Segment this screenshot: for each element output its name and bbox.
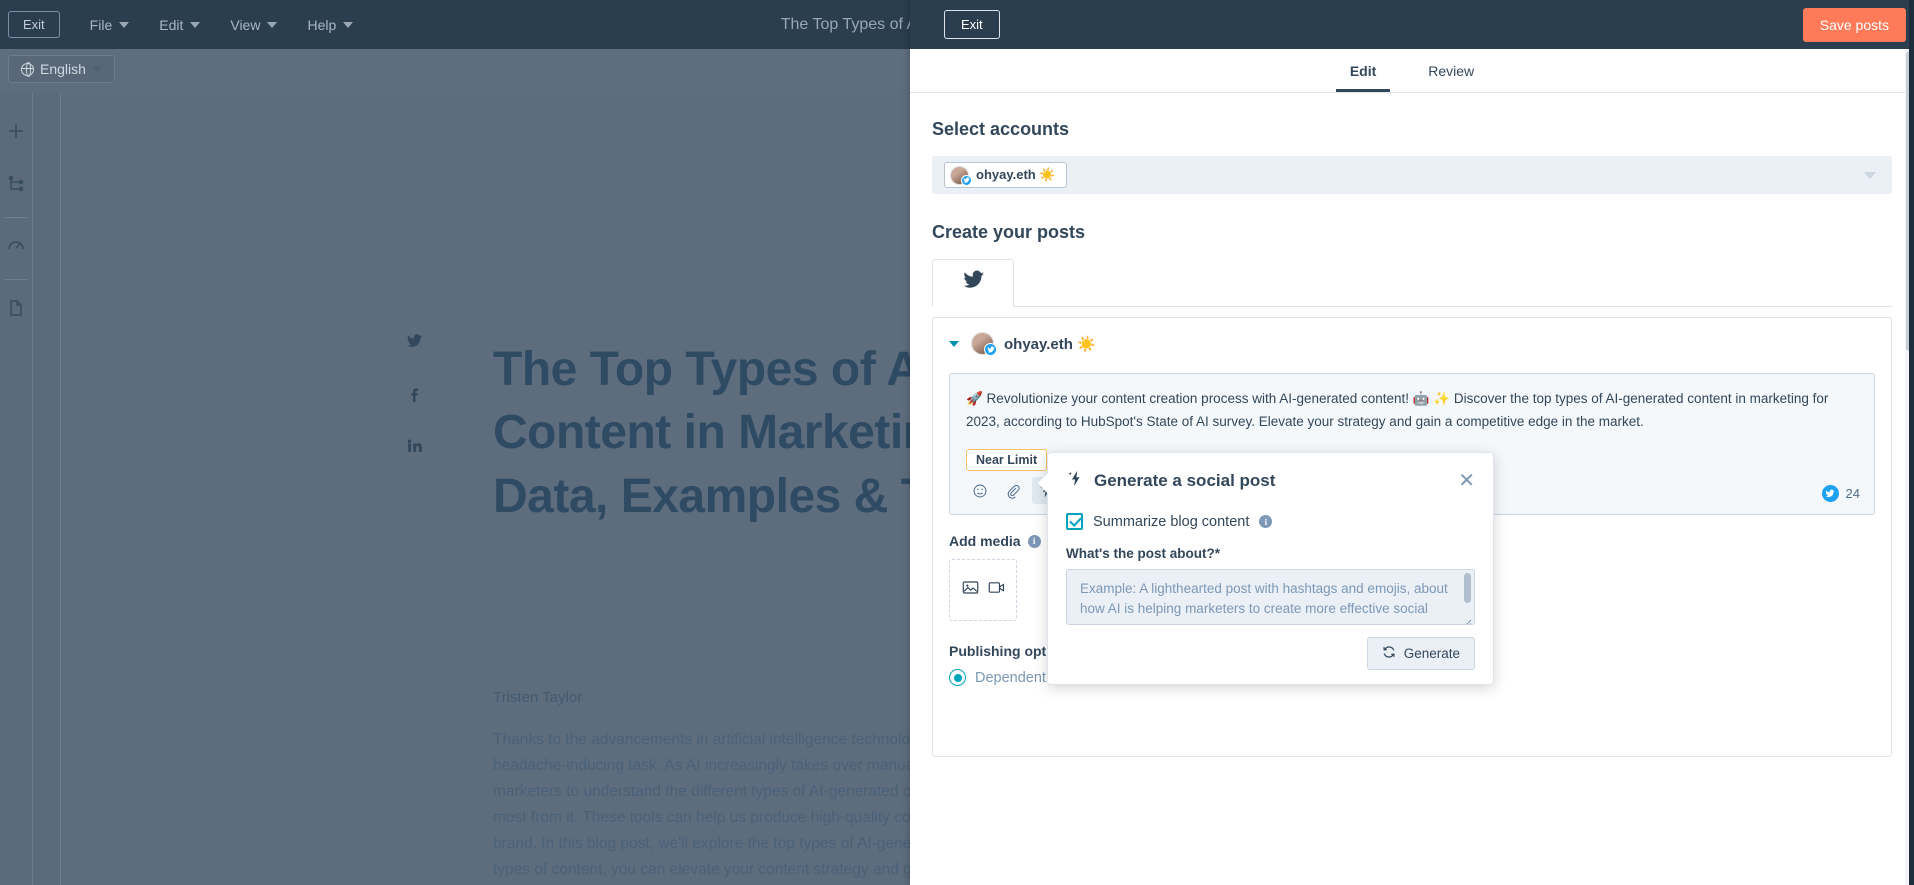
drawer-tabs: Edit Review: [910, 49, 1914, 93]
menu-view-label: View: [230, 16, 261, 33]
blog-post-author: Tristen Taylor: [493, 689, 583, 706]
exit-button-backdrop[interactable]: Exit: [8, 11, 60, 38]
post-card-header[interactable]: ohyay.eth ☀️: [949, 332, 1875, 356]
twitter-icon: [1821, 485, 1839, 503]
info-icon[interactable]: i: [1259, 515, 1273, 528]
chevron-down-icon: [190, 21, 201, 28]
window-edge-strip: [1909, 0, 1914, 885]
character-count: 24: [1821, 485, 1860, 503]
drawer-top-bar: Exit Save posts: [910, 0, 1914, 49]
popover-actions: Generate: [1366, 637, 1475, 670]
twitter-badge-icon: [961, 174, 972, 186]
social-post-drawer: Exit Save posts Edit Review Select accou…: [910, 0, 1914, 885]
rail-divider: [5, 217, 27, 218]
account-chip-label: ohyay.eth ☀️: [976, 167, 1056, 182]
globe-icon: [20, 62, 34, 78]
twitter-icon[interactable]: [406, 333, 423, 355]
post-compose-text: 🚀 Revolutionize your content creation pr…: [966, 391, 1829, 429]
chevron-down-icon[interactable]: [949, 340, 959, 347]
chevron-down-icon: [343, 21, 354, 28]
post-about-textarea[interactable]: Example: A lighthearted post with hashta…: [1067, 570, 1474, 624]
twitter-icon: [962, 269, 985, 297]
speedometer-icon[interactable]: [6, 236, 26, 261]
tab-edit[interactable]: Edit: [1335, 63, 1391, 92]
channel-tabs: [932, 259, 1892, 307]
add-media-text: Add media: [949, 533, 1021, 550]
menu-file[interactable]: File: [90, 17, 130, 33]
editor-menu-bar: File Edit View Help: [90, 17, 354, 33]
summarize-blog-checkbox[interactable]: [1066, 513, 1083, 530]
linkedin-icon[interactable]: [406, 437, 423, 459]
image-icon[interactable]: [962, 580, 979, 600]
plus-icon[interactable]: [6, 121, 26, 146]
attachment-icon[interactable]: [999, 477, 1026, 504]
generate-button[interactable]: Generate: [1366, 637, 1475, 670]
chevron-down-icon: [91, 66, 102, 72]
video-icon[interactable]: [988, 580, 1005, 600]
info-icon[interactable]: i: [1027, 534, 1041, 548]
menu-file-label: File: [89, 16, 113, 33]
popover-title-text: Generate a social post: [1094, 471, 1276, 490]
language-selector[interactable]: English: [8, 55, 115, 83]
account-chip[interactable]: ohyay.eth ☀️: [944, 162, 1067, 188]
menu-help[interactable]: Help: [307, 16, 354, 33]
create-posts-heading: Create your posts: [932, 222, 1086, 242]
exit-button[interactable]: Exit: [944, 10, 1000, 39]
resize-grip-icon[interactable]: [1463, 614, 1472, 624]
rail-divider: [5, 279, 27, 280]
account-selector-row[interactable]: ohyay.eth ☀️: [932, 156, 1892, 194]
avatar: [971, 332, 997, 356]
channel-tab-twitter[interactable]: [932, 259, 1014, 307]
page-icon[interactable]: [6, 298, 26, 323]
social-share-column: [406, 333, 423, 459]
chevron-down-icon: [119, 21, 130, 28]
emoji-icon[interactable]: [966, 477, 993, 504]
generate-button-label: Generate: [1403, 646, 1460, 661]
menu-view[interactable]: View: [230, 16, 278, 33]
post-about-label: What's the post about?*: [1066, 546, 1220, 561]
avatar: [950, 165, 972, 186]
media-dropzone[interactable]: [949, 559, 1017, 622]
popover-header: Generate a social post ✕: [1066, 469, 1475, 493]
refresh-icon: [1382, 645, 1396, 662]
chevron-down-icon: [267, 21, 278, 28]
radio-dependent-on-blog[interactable]: [949, 669, 966, 687]
post-account-name: ohyay.eth ☀️: [1004, 335, 1096, 353]
chevron-down-icon[interactable]: [1864, 172, 1876, 179]
editor-left-rail: [0, 93, 33, 885]
summarize-blog-label: Summarize blog content: [1093, 513, 1250, 530]
near-limit-badge: Near Limit: [966, 449, 1048, 472]
facebook-icon[interactable]: [406, 385, 423, 407]
generate-social-post-popover: Generate a social post ✕ Summarize blog …: [1037, 452, 1494, 685]
twitter-badge-icon: [984, 343, 997, 356]
post-about-textarea-wrapper[interactable]: Example: A lighthearted post with hashta…: [1066, 569, 1475, 625]
menu-edit-label: Edit: [159, 16, 184, 33]
branch-icon[interactable]: [6, 174, 26, 199]
close-icon[interactable]: ✕: [1458, 471, 1475, 491]
tab-review[interactable]: Review: [1414, 63, 1488, 92]
language-label: English: [40, 61, 86, 77]
textarea-scrollbar-thumb[interactable]: [1464, 573, 1471, 603]
ai-sparkle-icon: [1066, 469, 1085, 493]
popover-title: Generate a social post: [1066, 469, 1275, 493]
save-posts-button[interactable]: Save posts: [1802, 7, 1906, 42]
character-count-value: 24: [1845, 486, 1860, 502]
menu-edit[interactable]: Edit: [159, 16, 201, 33]
menu-help-label: Help: [307, 16, 337, 33]
summarize-blog-checkbox-row[interactable]: Summarize blog content i: [1066, 513, 1475, 530]
select-accounts-heading: Select accounts: [932, 119, 1070, 139]
